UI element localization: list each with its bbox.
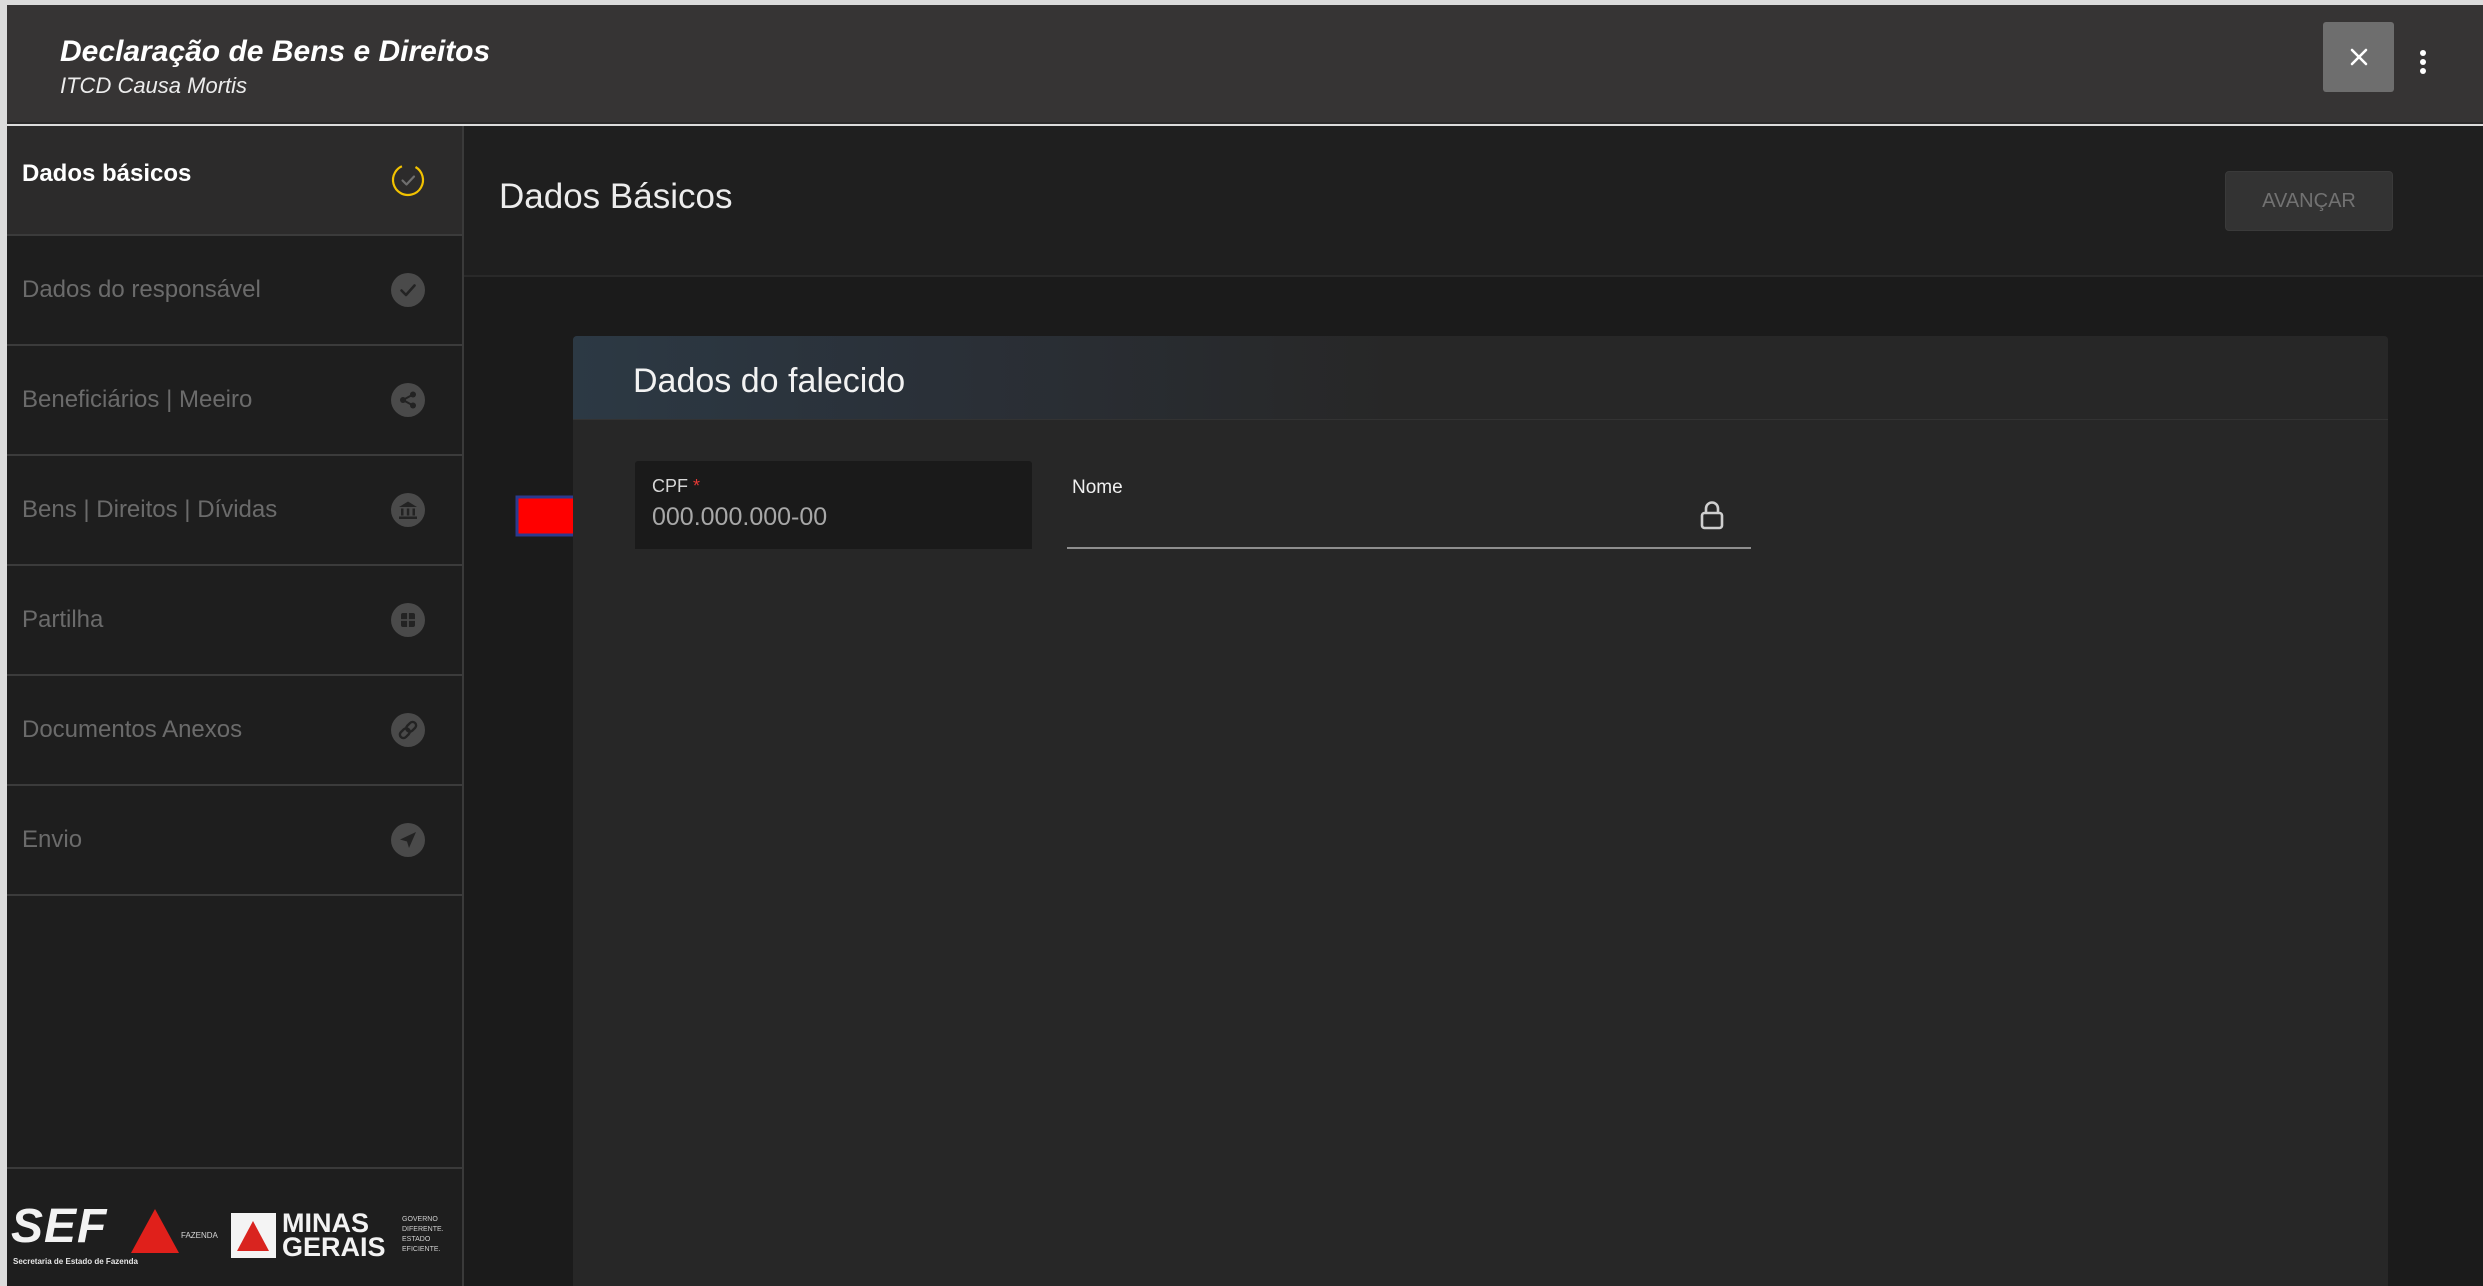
- sidebar-item-documentos-anexos[interactable]: Documentos Anexos: [7, 676, 462, 786]
- cpf-field[interactable]: CPF *: [635, 461, 1032, 549]
- sidebar-item-envio[interactable]: Envio: [7, 786, 462, 896]
- emblem-triangle: [237, 1221, 269, 1251]
- share-icon: [390, 382, 426, 418]
- government-slogan: GOVERNO DIFERENTE. ESTADO EFICIENTE.: [402, 1215, 444, 1255]
- sidebar-item-label: Beneficiários | Meeiro: [22, 386, 253, 413]
- close-button[interactable]: [2323, 22, 2394, 92]
- sef-logo-triangle: [131, 1209, 179, 1253]
- advance-button[interactable]: AVANÇAR: [2225, 171, 2393, 231]
- sidebar-item-label: Documentos Anexos: [22, 716, 243, 743]
- grid-icon: [390, 602, 426, 638]
- nome-field[interactable]: Nome: [1067, 475, 1751, 549]
- cpf-label: CPF *: [652, 476, 700, 497]
- app-title: Declaração de Bens e Direitos: [60, 35, 491, 68]
- send-icon: [390, 822, 426, 858]
- sef-logo-text: SEF: [11, 1200, 108, 1253]
- slogan-line: DIFERENTE.: [402, 1226, 444, 1233]
- gerais-logo-text: GERAIS: [282, 1232, 386, 1262]
- page-topbar: Dados Básicos AVANÇAR: [464, 126, 2483, 277]
- more-menu-button[interactable]: [2413, 44, 2433, 80]
- sidebar-item-label: Dados básicos: [22, 160, 192, 187]
- in-progress-check-icon: [390, 162, 426, 198]
- sidebar-item-partilha[interactable]: Partilha: [7, 566, 462, 676]
- link-icon: [390, 712, 426, 748]
- page-title: Dados Básicos: [499, 177, 733, 216]
- card-title: Dados do falecido: [633, 362, 906, 400]
- app-subtitle: ITCD Causa Mortis: [60, 73, 248, 98]
- minas-gerais-emblem: [231, 1213, 276, 1258]
- card-header: Dados do falecido: [573, 336, 2388, 420]
- more-vertical-icon: [2420, 50, 2426, 74]
- deceased-data-card: Dados do falecido CPF* Nome: [573, 336, 2388, 1286]
- slogan-line: ESTADO: [402, 1236, 431, 1243]
- lock-icon: [1700, 501, 1724, 530]
- sidebar-item-bens-direitos-dividas[interactable]: Bens | Direitos | Dívidas: [7, 456, 462, 566]
- close-icon: [2350, 48, 2367, 66]
- fazenda-label: FAZENDA: [181, 1231, 218, 1240]
- cpf-label-text: CPF: [652, 476, 688, 496]
- sidebar-item-dados-responsavel[interactable]: Dados do responsável: [7, 236, 462, 346]
- main-content: Dados Básicos AVANÇAR Dados do falecido …: [464, 126, 2483, 1286]
- sidebar-footer-logos: SEF Secretaria de Estado de Fazenda FAZE…: [7, 1167, 462, 1286]
- required-marker: *: [693, 476, 701, 496]
- nome-input[interactable]: [1072, 505, 1682, 541]
- sidebar-item-beneficiarios[interactable]: Beneficiários | Meeiro: [7, 346, 462, 456]
- sidebar-item-dados-basicos[interactable]: Dados básicos: [7, 126, 462, 236]
- sidebar-item-label: Bens | Direitos | Dívidas: [22, 496, 278, 523]
- bank-icon: [390, 492, 426, 528]
- sidebar-item-label: Dados do responsável: [22, 276, 261, 303]
- sef-logo-subtitle: Secretaria de Estado de Fazenda: [13, 1257, 138, 1266]
- slogan-line: EFICIENTE.: [402, 1246, 441, 1253]
- slogan-line: GOVERNO: [402, 1216, 438, 1223]
- cpf-input[interactable]: [652, 501, 1012, 533]
- steps-sidebar: Dados básicos Dados do responsável Benef…: [7, 126, 464, 1286]
- sidebar-item-label: Envio: [22, 826, 83, 853]
- nome-label: Nome: [1072, 477, 1123, 498]
- sidebar-item-label: Partilha: [22, 606, 104, 633]
- check-circle-icon: [390, 272, 426, 308]
- app-header: Declaração de Bens e Direitos ITCD Causa…: [7, 5, 2483, 124]
